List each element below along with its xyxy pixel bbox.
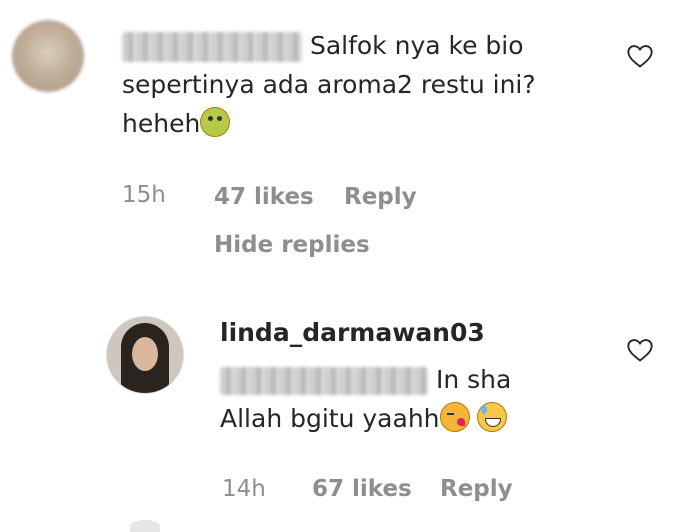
comment-line-2: sepertinya ada aroma2 restu ini? xyxy=(122,70,536,99)
redacted-mention[interactable] xyxy=(220,367,428,395)
hide-replies-button[interactable]: Hide replies xyxy=(214,232,370,258)
reply-line-1: In sha xyxy=(435,365,512,394)
redacted-username[interactable] xyxy=(122,32,302,62)
reply-text: In sha Allah bgitu yaahh xyxy=(220,360,600,438)
reply-button[interactable]: Reply xyxy=(344,184,417,210)
grinning-sweat-face-emoji-icon xyxy=(477,402,508,432)
reply-username[interactable]: linda_darmawan03 xyxy=(220,318,485,347)
comment-text: Salfok nya ke bio sepertinya ada aroma2 … xyxy=(122,26,592,143)
comment-line-3: heheh xyxy=(122,109,201,138)
comment-likes-link[interactable]: 47 likes xyxy=(214,184,314,210)
commenter-avatar[interactable] xyxy=(12,20,84,92)
reply-button[interactable]: Reply xyxy=(440,476,513,502)
like-heart-icon[interactable] xyxy=(626,336,654,364)
winking-kiss-face-emoji-icon xyxy=(439,402,470,432)
comment-time[interactable]: 15h xyxy=(122,182,166,208)
reply-line-2: Allah bgitu yaahh xyxy=(220,404,440,433)
comment-line-1: Salfok nya ke bio xyxy=(309,31,524,60)
next-comment-avatar[interactable] xyxy=(130,520,160,532)
reply-time[interactable]: 14h xyxy=(222,476,266,502)
sick-face-emoji-icon xyxy=(200,107,231,137)
avatar-face xyxy=(132,337,158,371)
like-heart-icon[interactable] xyxy=(626,42,654,70)
reply-avatar[interactable] xyxy=(106,316,184,394)
reply-likes-link[interactable]: 67 likes xyxy=(312,476,412,502)
